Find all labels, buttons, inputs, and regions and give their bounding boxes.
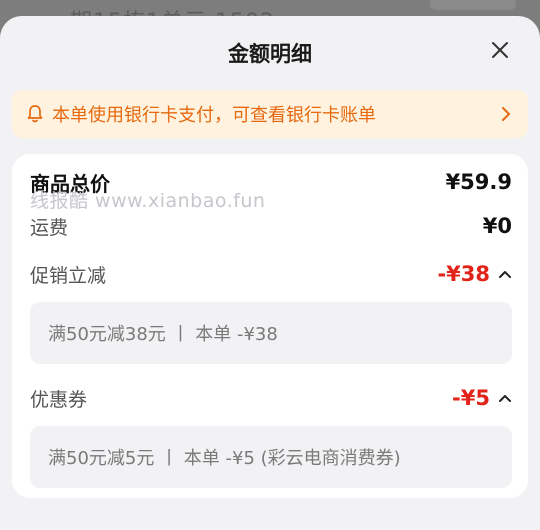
promotion-label: 促销立减 [30, 264, 107, 287]
bank-card-notice[interactable]: 本单使用银行卡支付，可查看银行卡账单 [12, 90, 528, 138]
close-button[interactable] [490, 40, 510, 60]
subtotal-value: ¥59.9 [445, 170, 512, 194]
chevron-up-icon[interactable] [498, 393, 512, 403]
bell-icon [27, 105, 43, 123]
close-icon[interactable] [490, 40, 510, 60]
promotion-detail-text: 满50元减38元 丨 本单 -¥38 [48, 324, 278, 345]
promotion-detail: 满50元减38元 丨 本单 -¥38 [30, 302, 512, 364]
coupon-detail-text: 满50元减5元 丨 本单 -¥5 (彩云电商消费券) [48, 448, 401, 469]
shipping-label: 运费 [30, 216, 69, 239]
shipping-value: ¥0 [482, 214, 512, 238]
coupon-row[interactable]: 优惠券 -¥5 [30, 384, 512, 412]
coupon-toggle[interactable]: -¥5 [452, 386, 512, 410]
promotion-toggle[interactable]: -¥38 [437, 262, 512, 286]
background-button [430, 0, 516, 10]
shipping-row: 运费 ¥0 [30, 212, 512, 240]
chevron-right-icon [502, 107, 510, 121]
amount-detail-sheet: 金额明细 本单使用银行卡支付，可查看银行卡账单 商品总价 ¥59.9 运费 ¥0… [0, 16, 540, 530]
notice-text: 本单使用银行卡支付，可查看银行卡账单 [52, 105, 376, 126]
coupon-detail: 满50元减5元 丨 本单 -¥5 (彩云电商消费券) [30, 426, 512, 488]
watermark-text: 线报酷 www.xianbao.fun [30, 190, 266, 212]
promotion-row[interactable]: 促销立减 -¥38 [30, 260, 512, 288]
coupon-value: -¥5 [452, 386, 490, 410]
sheet-title: 金额明细 [228, 42, 312, 66]
sheet-header: 金额明细 [0, 16, 540, 86]
coupon-label: 优惠券 [30, 388, 88, 411]
promotion-value: -¥38 [437, 262, 490, 286]
chevron-up-icon[interactable] [498, 269, 512, 279]
